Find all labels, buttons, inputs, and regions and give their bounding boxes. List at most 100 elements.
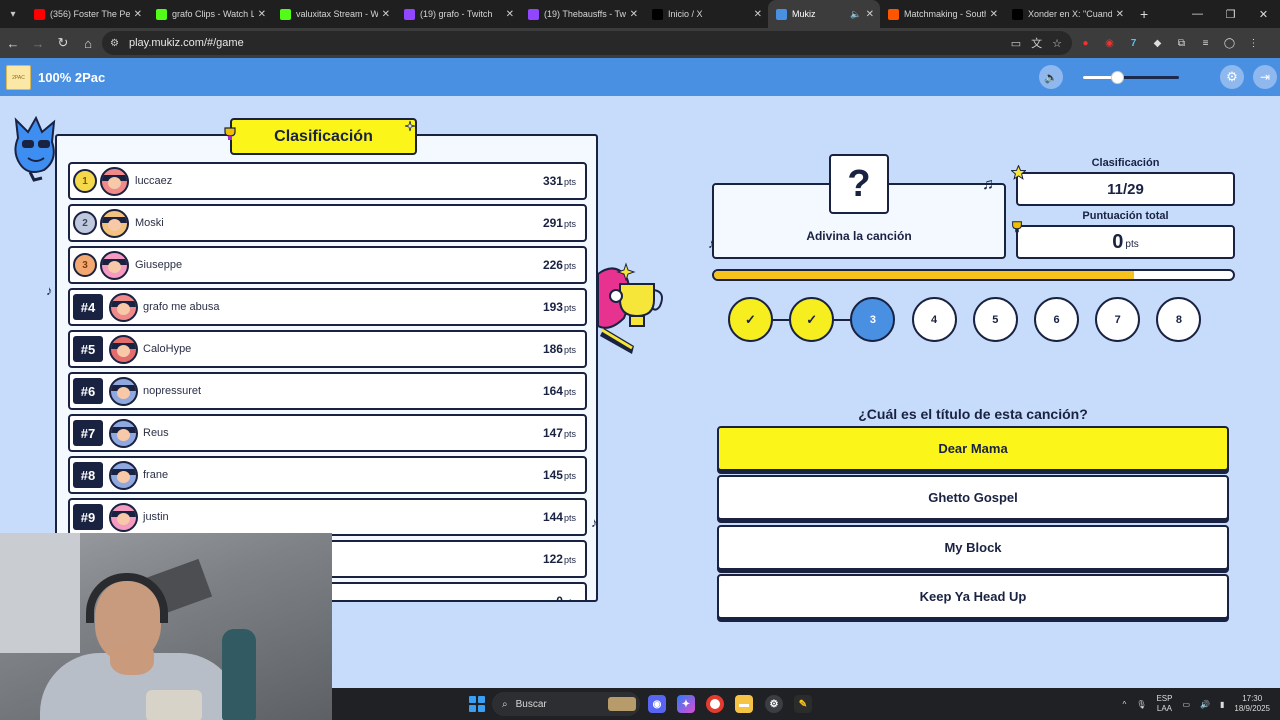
rank-badge: #5	[73, 336, 103, 362]
player-name: CaloHype	[143, 343, 192, 355]
speaker-icon[interactable]: 🔊	[1200, 700, 1210, 709]
points-unit: pts	[563, 513, 576, 523]
trophy-icon	[224, 127, 236, 140]
volume-slider-handle[interactable]	[1110, 71, 1124, 84]
extension-7tv-icon[interactable]: 7	[1126, 36, 1141, 51]
player-name: justin	[143, 511, 169, 523]
answer-button[interactable]: Ghetto Gospel	[717, 475, 1229, 521]
copilot-icon[interactable]: ✦	[677, 695, 695, 713]
browser-tab[interactable]: (19) Thebausffs - Twi ✕	[520, 0, 644, 28]
address-bar[interactable]: ⚙ play.mukiz.com/#/game ▭ 文 ☆	[102, 31, 1072, 55]
rank-badge: #9	[73, 504, 103, 530]
points-value: 147	[542, 426, 563, 440]
mystery-song-icon: ?	[829, 154, 889, 214]
browser-tab[interactable]: Xonder en X: "Cuand ✕	[1004, 0, 1130, 28]
minimize-icon[interactable]: —	[1181, 0, 1214, 28]
restore-icon[interactable]: ❐	[1214, 0, 1247, 28]
answer-button[interactable]: Keep Ya Head Up	[717, 573, 1229, 619]
volume-slider[interactable]	[1083, 71, 1179, 84]
player-points: 331pts	[543, 174, 576, 188]
tab-close-icon[interactable]: ✕	[990, 9, 998, 20]
gold-medal-icon: 1	[73, 169, 97, 193]
browser-toolbar: ← → ↻ ⌂ ⚙ play.mukiz.com/#/game ▭ 文 ☆ ● …	[0, 28, 1280, 58]
kick-icon	[156, 8, 167, 20]
browser-tab[interactable]: Inicio / X ✕	[644, 0, 768, 28]
tab-close-icon[interactable]: ✕	[382, 9, 390, 20]
tab-search-button[interactable]: ▾	[0, 0, 26, 28]
start-icon[interactable]	[469, 696, 485, 712]
tab-close-icon[interactable]: ✕	[630, 9, 638, 20]
ranking-value: 11/29	[1016, 172, 1235, 206]
reload-icon[interactable]: ↻	[51, 31, 75, 55]
language-indicator[interactable]: ESP LAA	[1156, 694, 1172, 714]
tab-title: (19) Thebausffs - Twi	[544, 9, 626, 19]
player-name: Moski	[135, 217, 164, 229]
round-step: 6	[1034, 297, 1079, 342]
taskbar-search[interactable]: ⌕ Buscar	[492, 692, 640, 716]
browser-tab[interactable]: (356) Foster The Peop ✕	[26, 0, 148, 28]
score-value-text: 0	[1112, 230, 1124, 253]
translate-icon[interactable]: 文	[1031, 35, 1042, 51]
reading-list-icon[interactable]: ≡	[1198, 36, 1213, 51]
microphone-icon[interactable]: 🎙	[1136, 700, 1146, 709]
profile-icon[interactable]: ◯	[1222, 36, 1237, 51]
player-name: luccaez	[135, 175, 173, 187]
tab-title: (356) Foster The Peop	[50, 9, 130, 19]
tab-close-icon[interactable]: ✕	[866, 9, 874, 20]
back-icon[interactable]: ←	[1, 31, 25, 55]
file-explorer-icon[interactable]: ▬	[735, 695, 753, 713]
tab-close-icon[interactable]: ✕	[754, 9, 762, 20]
forward-icon[interactable]: →	[26, 31, 50, 55]
tab-close-icon[interactable]: ✕	[506, 9, 514, 20]
extension-opera-icon[interactable]: ◉	[1102, 36, 1117, 51]
tab-title: grafo Clips - Watch L	[172, 9, 254, 19]
leaderboard-row: #4 grafo me abusa 193pts	[68, 288, 587, 326]
install-app-icon[interactable]: ▭	[1011, 37, 1021, 50]
points-value: 193	[542, 300, 563, 314]
tray-chevron-icon[interactable]: ^	[1123, 700, 1127, 709]
network-icon[interactable]: ▭	[1182, 700, 1190, 709]
ranking-label: Clasificación	[1091, 157, 1160, 169]
browser-tab[interactable]: grafo Clips - Watch L ✕	[148, 0, 272, 28]
player-points: 164pts	[543, 384, 576, 398]
points-unit: pts	[563, 471, 576, 481]
discord-icon[interactable]: ◉	[648, 695, 666, 713]
browser-menu-icon[interactable]: ⋮	[1246, 36, 1261, 51]
system-tray: ^ 🎙 ESP LAA ▭ 🔊 ▮ 17:30 18/9/2025	[1123, 688, 1280, 720]
extension-diamond-icon[interactable]: ◆	[1150, 36, 1165, 51]
extension-red-icon[interactable]: ●	[1078, 36, 1093, 51]
avatar	[109, 419, 138, 448]
answer-button[interactable]: My Block	[717, 524, 1229, 570]
player-name: nopressuret	[143, 385, 202, 397]
tab-close-icon[interactable]: ✕	[1116, 9, 1124, 20]
rank-badge: #7	[73, 420, 103, 446]
exit-icon[interactable]: ⇥	[1253, 65, 1277, 89]
tab-close-icon[interactable]: ✕	[134, 9, 142, 20]
settings-gear-icon[interactable]: ⚙	[1220, 65, 1244, 89]
clock[interactable]: 17:30 18/9/2025	[1234, 694, 1270, 714]
player-name: grafo me abusa	[143, 301, 220, 313]
score-label: Puntuación total	[1082, 210, 1169, 222]
tab-close-icon[interactable]: ✕	[258, 9, 266, 20]
browser-tab[interactable]: Matchmaking - South ✕	[880, 0, 1004, 28]
leaderboard-row: #5 CaloHype 186pts	[68, 330, 587, 368]
chrome-icon[interactable]	[706, 695, 724, 713]
browser-tab[interactable]: Mukiz 🔈 ✕	[768, 0, 880, 28]
pen-app-icon[interactable]: ✎	[794, 695, 812, 713]
browser-tab[interactable]: (19) grafo - Twitch ✕	[396, 0, 520, 28]
points-value: 0	[556, 594, 563, 602]
new-tab-button[interactable]: +	[1130, 6, 1158, 22]
answer-button[interactable]: Dear Mama	[717, 426, 1229, 471]
points-unit: pts	[563, 597, 576, 602]
extensions-puzzle-icon[interactable]: ⧉	[1174, 36, 1189, 51]
home-icon[interactable]: ⌂	[76, 31, 100, 55]
bookmark-star-icon[interactable]: ☆	[1052, 37, 1062, 50]
steam-icon[interactable]: ⚙	[765, 695, 783, 713]
battery-icon[interactable]: ▮	[1220, 700, 1224, 709]
volume-icon[interactable]: 🔈	[1039, 65, 1063, 89]
tab-audio-icon[interactable]: 🔈	[850, 9, 861, 20]
site-info-icon[interactable]: ⚙	[110, 38, 119, 49]
browser-tab[interactable]: valuxitax Stream - We ✕	[272, 0, 396, 28]
leaderboard-row: #9 justin 144pts	[68, 498, 587, 536]
close-window-icon[interactable]: ✕	[1247, 0, 1280, 28]
